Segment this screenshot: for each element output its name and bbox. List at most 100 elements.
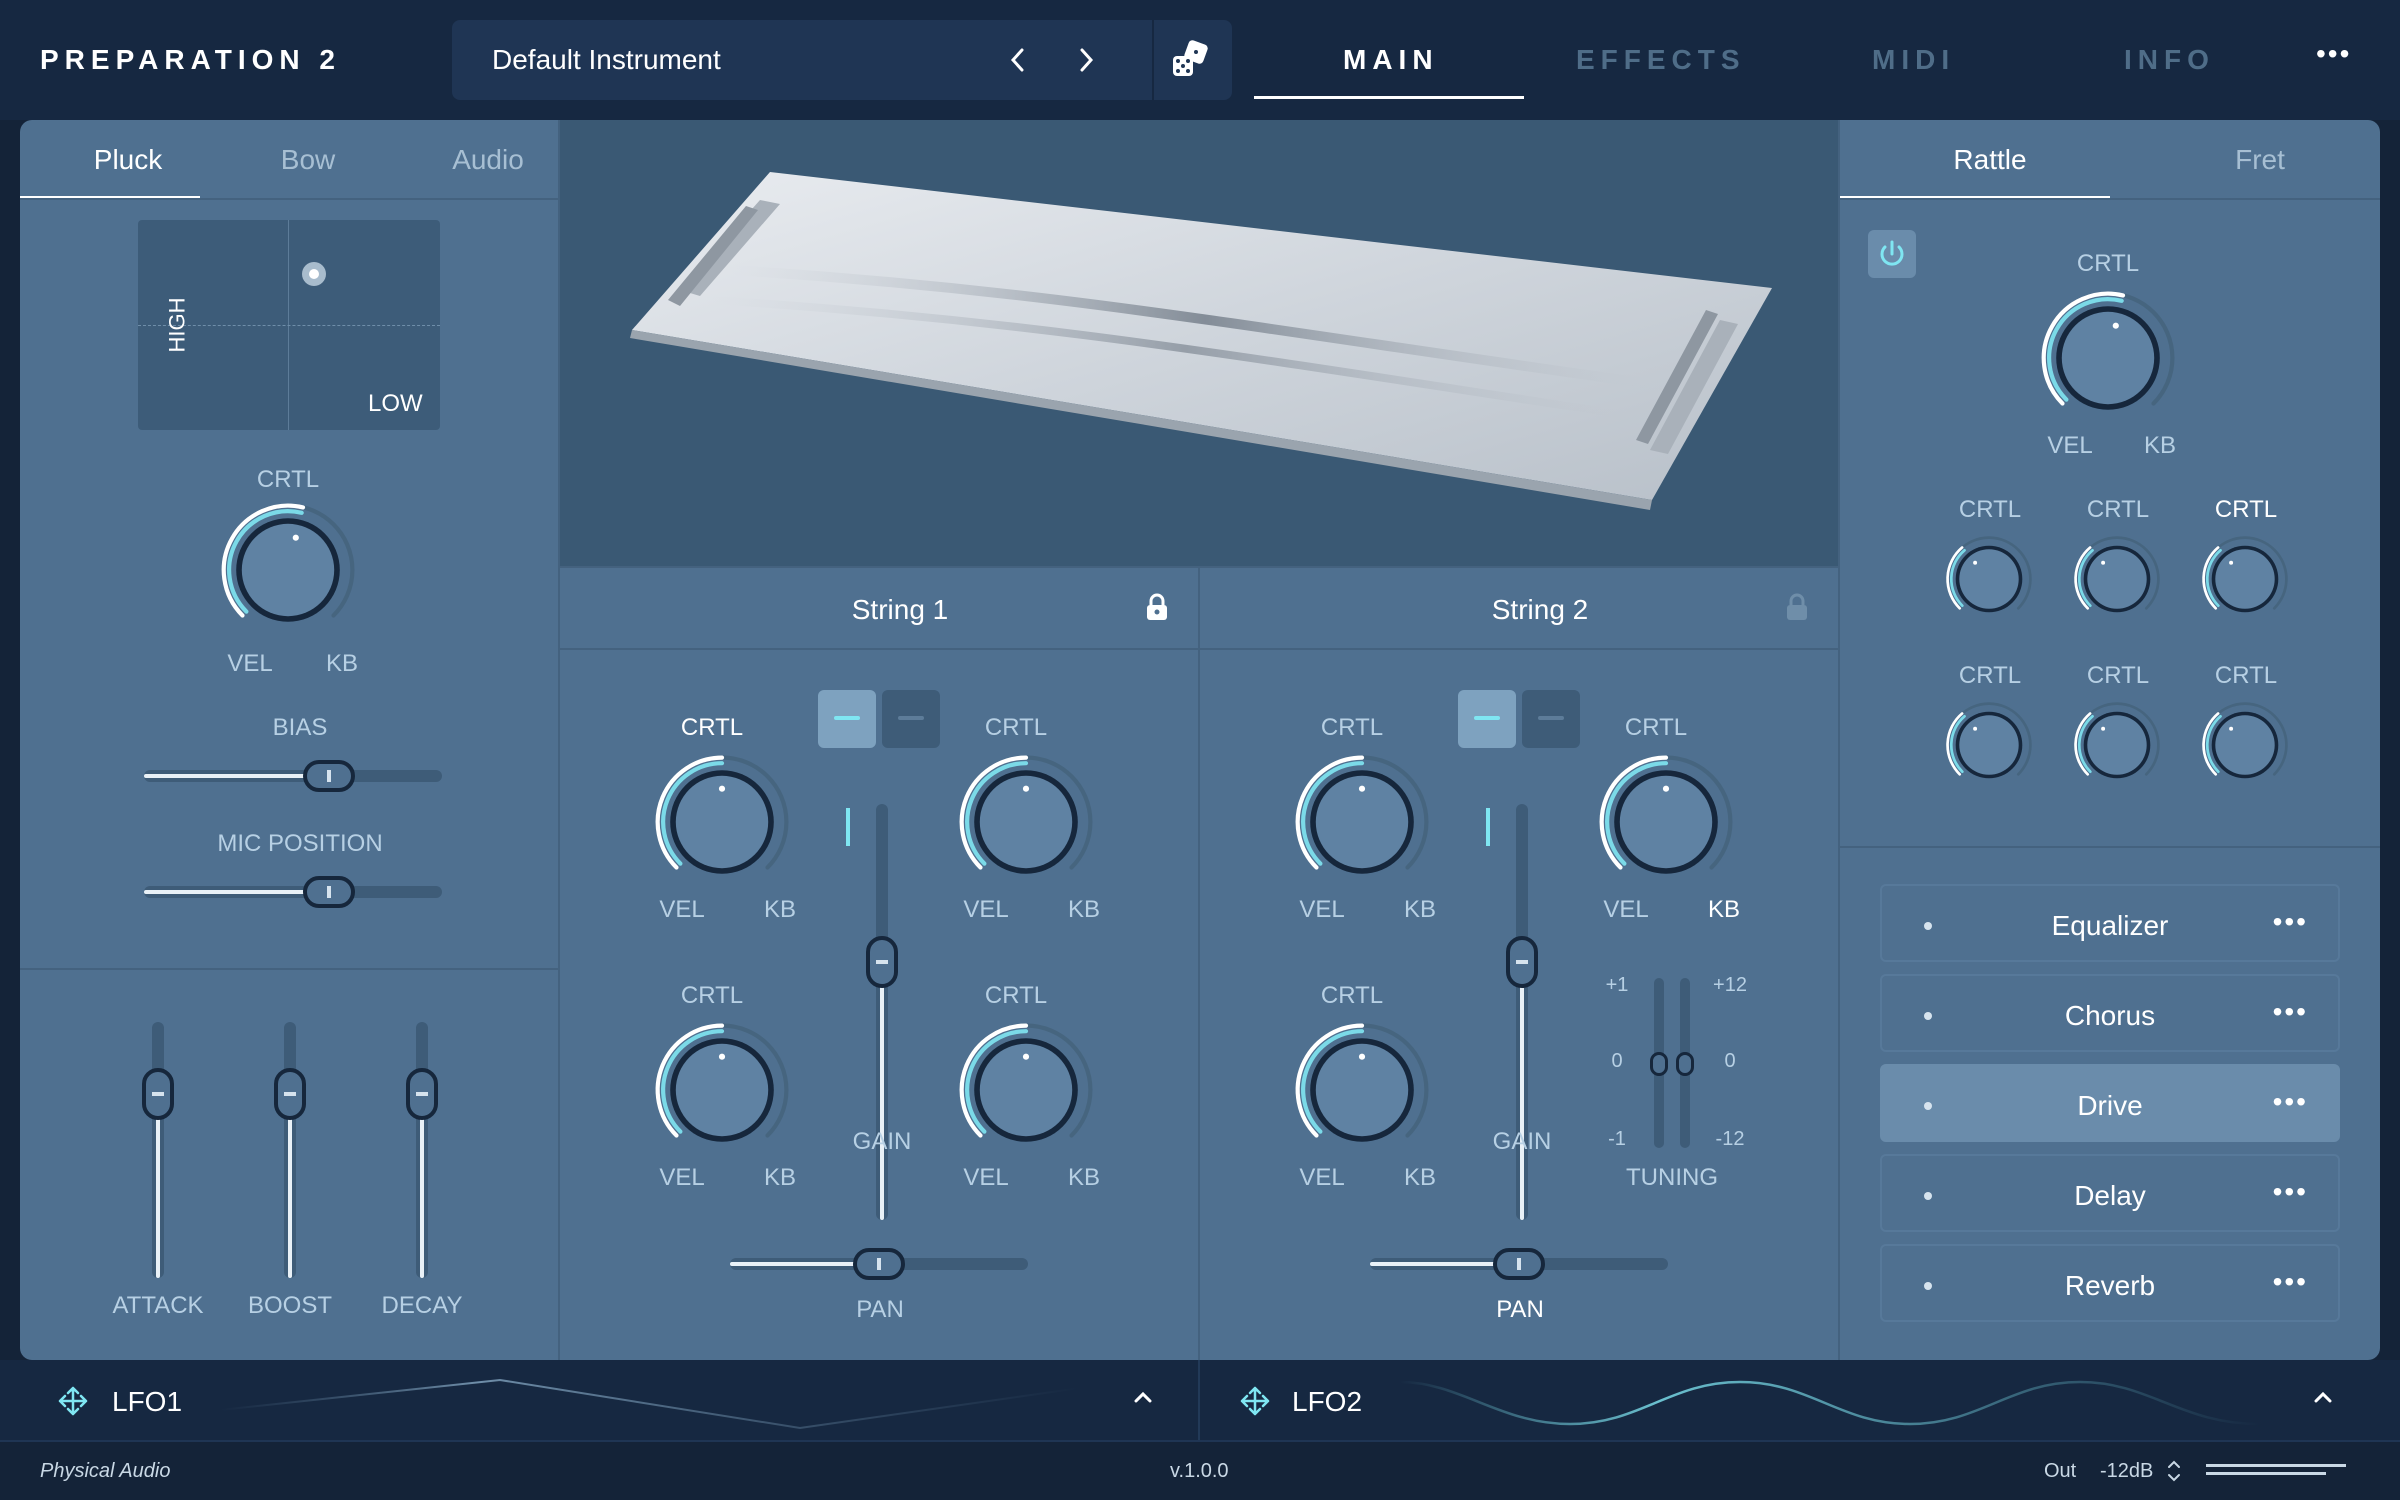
s2-knob1[interactable]	[1292, 752, 1432, 892]
slider-thumb[interactable]	[142, 1067, 174, 1120]
effect-drive[interactable]: Drive •••	[1880, 1064, 2340, 1142]
s1-knob3[interactable]	[652, 1020, 792, 1160]
s1-knob2-vel-label: VEL	[963, 896, 1009, 923]
xy-pad[interactable]: HIGH LOW	[138, 220, 440, 430]
left-knob-kb-label: KB	[325, 650, 358, 677]
tab-effects[interactable]: EFFECTS	[1576, 44, 1746, 76]
randomize-button[interactable]	[1168, 38, 1212, 82]
rattle-knob-1[interactable]	[1944, 534, 2034, 624]
xy-pad-handle[interactable]	[302, 262, 326, 286]
effect-more-button[interactable]: •••	[2273, 996, 2308, 1028]
slider-thumb[interactable]	[302, 876, 355, 908]
tab-pluck[interactable]: Pluck	[38, 144, 218, 176]
rattle-knob-3[interactable]	[2200, 534, 2290, 624]
slider-fill	[420, 1093, 424, 1278]
string-1-mode-toggle-b[interactable]	[882, 690, 940, 748]
s2-gain-meter	[1486, 808, 1490, 846]
preset-selector[interactable]: Default Instrument	[452, 20, 1232, 100]
slider-thumb[interactable]	[274, 1067, 306, 1120]
knob-graphic	[2202, 536, 2288, 613]
chevron-up-icon	[2314, 1391, 2332, 1403]
output-level-stepper[interactable]	[2166, 1458, 2182, 1489]
lfo1-collapse-button[interactable]	[1132, 1386, 1154, 1413]
s1-knob2[interactable]	[956, 752, 1096, 892]
s1-gain-slider[interactable]	[866, 804, 898, 1220]
rattle-knob-4[interactable]	[1944, 700, 2034, 790]
s1-pan-slider[interactable]	[730, 1248, 1028, 1280]
tab-midi[interactable]: MIDI	[1872, 44, 1955, 76]
lock-icon	[1787, 593, 1807, 620]
left-crtl-knob[interactable]	[218, 500, 358, 640]
slider-thumb[interactable]	[1493, 1248, 1545, 1280]
mic-position-slider[interactable]	[144, 876, 442, 908]
s1-knob4-kb-label: KB	[1067, 1164, 1100, 1191]
rattle-main-kb-label: KB	[2143, 432, 2176, 459]
slider-thumb[interactable]	[866, 936, 898, 989]
tuning-coarse-bottom: -12	[1715, 1128, 1745, 1150]
slider-thumb[interactable]	[1506, 936, 1538, 989]
slider-thumb[interactable]	[302, 760, 355, 792]
s2-gain-slider[interactable]	[1506, 804, 1538, 1220]
attack-slider[interactable]	[142, 1022, 174, 1278]
prev-preset-button[interactable]	[996, 38, 1040, 82]
tuning-coarse-slider[interactable]	[1676, 978, 1694, 1148]
preset-name: Default Instrument	[492, 44, 721, 75]
effect-more-button[interactable]: •••	[2273, 906, 2308, 938]
effect-more-button[interactable]: •••	[2273, 1176, 2308, 1208]
effect-delay[interactable]: Delay •••	[1880, 1154, 2340, 1232]
effect-equalizer[interactable]: Equalizer •••	[1880, 884, 2340, 962]
tab-fret[interactable]: Fret	[2130, 144, 2380, 176]
s2-knob3[interactable]	[1292, 1020, 1432, 1160]
tuning-fine-slider[interactable]	[1650, 978, 1668, 1148]
string-header-bottom-divider	[560, 648, 1838, 650]
tab-main[interactable]: MAIN	[1343, 44, 1439, 76]
rattle-knob-5[interactable]	[2072, 700, 2162, 790]
effect-more-button[interactable]: •••	[2273, 1086, 2308, 1118]
slider-thumb[interactable]	[853, 1248, 905, 1280]
lfo2-drag-handle[interactable]	[1240, 1386, 1270, 1421]
effect-reverb[interactable]: Reverb •••	[1880, 1244, 2340, 1322]
tab-bow[interactable]: Bow	[218, 144, 398, 176]
string-1-mode-toggle-a[interactable]	[818, 690, 876, 748]
knob-graphic	[655, 1023, 789, 1142]
rattle-knob-2[interactable]	[2072, 534, 2162, 624]
boost-slider[interactable]	[274, 1022, 306, 1278]
effect-name: Equalizer	[2051, 910, 2169, 941]
lfo2-collapse-button[interactable]	[2312, 1386, 2334, 1413]
string-1-lock-button[interactable]	[1144, 592, 1170, 627]
bias-label: BIAS	[272, 714, 328, 741]
slider-fill	[156, 1093, 160, 1278]
rattle-main-knob[interactable]	[2038, 288, 2178, 428]
s1-knob1[interactable]	[652, 752, 792, 892]
tab-rattle[interactable]: Rattle	[1860, 144, 2120, 176]
s1-knob4[interactable]	[956, 1020, 1096, 1160]
effect-more-button[interactable]: •••	[2273, 1266, 2308, 1298]
string-2-mode-toggle-b[interactable]	[1522, 690, 1580, 748]
knob-graphic	[1946, 702, 2032, 779]
lfo-divider	[1198, 1360, 1200, 1440]
effect-chorus[interactable]: Chorus •••	[1880, 974, 2340, 1052]
tab-audio[interactable]: Audio	[398, 144, 578, 176]
more-menu-button[interactable]: •••	[2316, 38, 2351, 70]
lfo2-name: LFO2	[1292, 1386, 1363, 1417]
s2-pan-slider[interactable]	[1370, 1248, 1668, 1280]
decay-slider[interactable]	[406, 1022, 438, 1278]
rattle-power-button[interactable]	[1868, 230, 1916, 278]
attack-label: ATTACK	[112, 1292, 204, 1319]
string-2-lock-button[interactable]	[1784, 592, 1810, 627]
string-2-mode-toggle-a[interactable]	[1458, 690, 1516, 748]
slider-thumb[interactable]	[406, 1067, 438, 1120]
s2-knob3-kb-label: KB	[1403, 1164, 1436, 1191]
chevron-left-icon	[1010, 48, 1024, 72]
s2-knob2[interactable]	[1596, 752, 1736, 892]
output-level-value[interactable]: -12dB	[2100, 1460, 2153, 1483]
next-preset-button[interactable]	[1064, 38, 1108, 82]
rattle-knob5-label: CRTL	[2086, 662, 2150, 689]
rattle-knob-6[interactable]	[2200, 700, 2290, 790]
tuning-coarse-mid: 0	[1724, 1050, 1736, 1072]
lfo1-drag-handle[interactable]	[58, 1386, 88, 1421]
right-column-divider	[1838, 120, 1840, 1360]
tab-info[interactable]: INFO	[2124, 44, 2215, 76]
bias-slider[interactable]	[144, 760, 442, 792]
s1-gain-meter	[846, 808, 850, 846]
